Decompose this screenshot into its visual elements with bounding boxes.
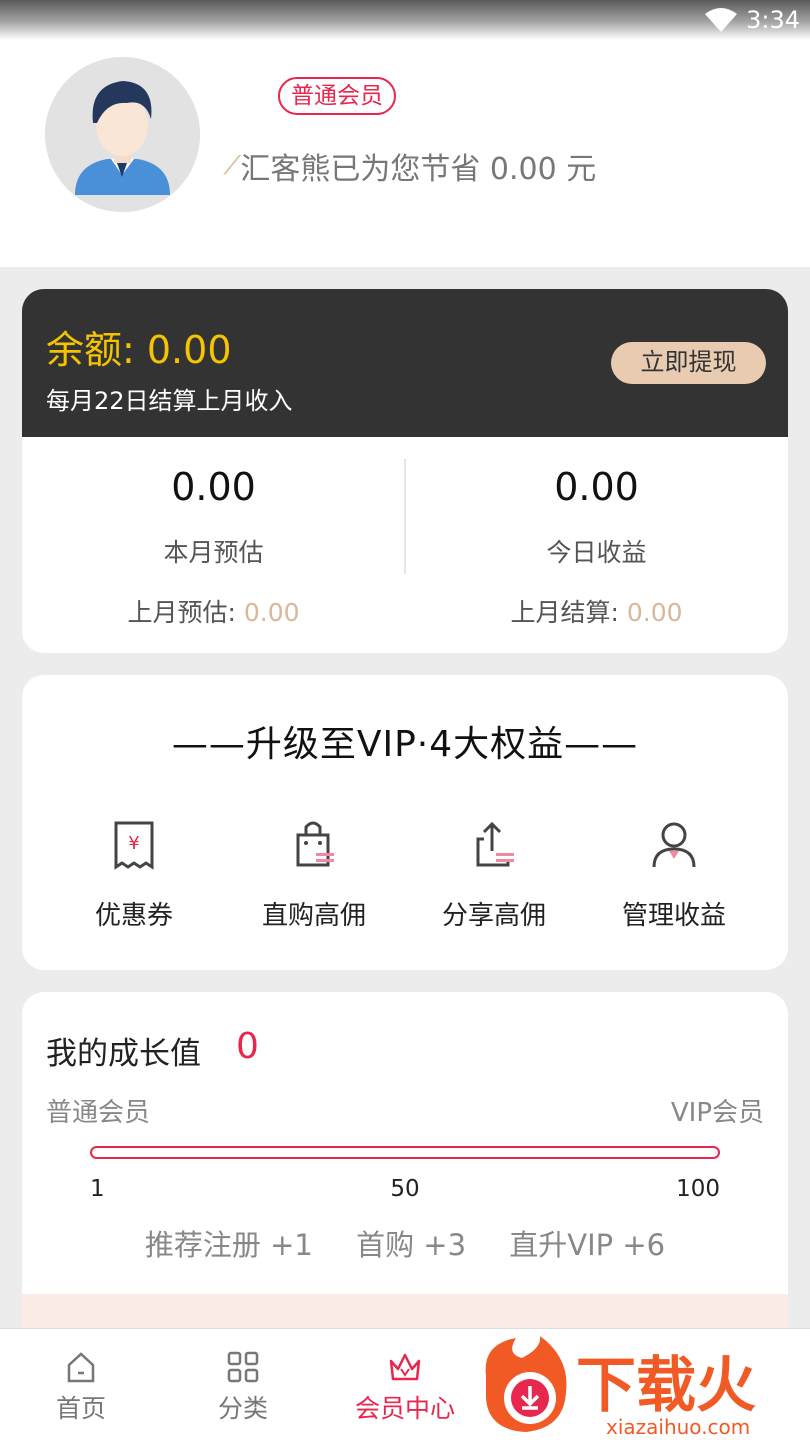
vip-benefits-card: ——升级至VIP·4大权益—— ¥ 优惠券 直购高佣 分享高佣 管理收益	[22, 675, 788, 970]
svg-text:¥: ¥	[128, 833, 139, 854]
level-start-label: 普通会员	[46, 1098, 151, 1128]
benefit-label: 分享高佣	[441, 901, 546, 931]
status-time: 3:34	[746, 6, 800, 34]
rule-item: 直升VIP +6	[509, 1228, 666, 1262]
benefit-label: 管理收益	[621, 901, 726, 931]
withdraw-button[interactable]: 立即提现	[611, 342, 766, 384]
shopping-bag-icon	[296, 821, 334, 867]
savings-row: ⁄ 汇客熊已为您节省 0.00 元	[230, 146, 597, 187]
user-avatar-icon	[45, 57, 200, 212]
benefit-label: 优惠券	[94, 901, 173, 931]
stat-today-income[interactable]: 0.00 今日收益 上月结算: 0.00	[405, 437, 788, 653]
svg-text:xiazaihuo.com: xiazaihuo.com	[606, 1415, 750, 1439]
balance-amount: 余额: 0.00	[46, 328, 232, 372]
growth-progress-bar	[90, 1146, 720, 1159]
stat-value: 0.00	[171, 465, 256, 509]
status-bar: 3:34	[0, 0, 810, 40]
nav-item-category[interactable]: 分类	[162, 1329, 324, 1440]
stat-sub: 上月预估: 0.00	[22, 593, 405, 629]
user-manage-icon	[652, 822, 696, 868]
vip-title: ——升级至VIP·4大权益——	[171, 724, 639, 765]
nav-item-member-center[interactable]: 会员中心	[324, 1329, 486, 1440]
balance-header: 余额: 0.00 每月22日结算上月收入 立即提现	[22, 289, 788, 437]
share-icon	[476, 821, 514, 867]
stat-label: 今日收益	[546, 538, 647, 567]
stat-sub: 上月结算: 0.00	[405, 593, 788, 629]
stat-sub-label: 上月预估:	[127, 598, 244, 627]
level-end-label: VIP会员	[670, 1098, 764, 1128]
benefit-manage-income[interactable]: 管理收益	[584, 815, 764, 932]
benefit-direct-buy[interactable]: 直购高佣	[224, 815, 404, 932]
balance-card: 余额: 0.00 每月22日结算上月收入 立即提现 0.00 本月预估 上月预估…	[22, 289, 788, 653]
svg-text:下载火: 下载火	[576, 1351, 756, 1421]
wifi-icon	[705, 8, 737, 32]
home-icon	[67, 1352, 95, 1383]
profile-header: 普通会员 ⁄ 汇客熊已为您节省 0.00 元	[0, 40, 810, 267]
crown-icon	[389, 1353, 421, 1381]
benefit-share[interactable]: 分享高佣	[404, 815, 584, 932]
progress-tick: 1	[90, 1176, 105, 1202]
growth-rules: 推荐注册 +1 首购 +3 直升VIP +6	[22, 1222, 788, 1264]
xiazaihuo-logo-icon: 下载火 xiazaihuo.com	[485, 1336, 756, 1439]
rule-item: 推荐注册 +1	[144, 1228, 313, 1262]
stat-value: 0.00	[554, 465, 639, 509]
rule-item: 首购 +3	[356, 1228, 467, 1262]
growth-title: 我的成长值	[46, 1036, 201, 1072]
nav-item-home[interactable]: 首页	[0, 1329, 162, 1440]
stat-sub-value: 0.00	[626, 598, 683, 627]
settlement-note: 每月22日结算上月收入	[46, 387, 293, 415]
watermark-logo: 下载火 xiazaihuo.com	[478, 1336, 810, 1440]
benefit-coupon[interactable]: ¥ 优惠券	[44, 815, 224, 932]
stat-sub-value: 0.00	[243, 598, 300, 627]
coupon-icon: ¥	[114, 821, 154, 870]
growth-card: 我的成长值 0 普通会员 VIP会员 1 50 100 推荐注册 +1 首购 +…	[22, 992, 788, 1332]
avatar[interactable]	[45, 57, 200, 212]
benefit-label: 直购高佣	[261, 901, 366, 931]
nav-label: 首页	[55, 1394, 106, 1423]
stat-label: 本月预估	[163, 538, 264, 567]
upgrade-banner[interactable]	[22, 1294, 788, 1332]
savings-text: 汇客熊已为您节省 0.00 元	[240, 152, 597, 187]
nav-label: 会员中心	[354, 1394, 455, 1423]
progress-tick: 100	[676, 1176, 720, 1202]
leaf-icon: ⁄	[230, 151, 235, 181]
stat-month-estimate[interactable]: 0.00 本月预估 上月预估: 0.00	[22, 437, 405, 653]
stat-sub-label: 上月结算:	[510, 598, 627, 627]
nav-label: 分类	[217, 1394, 268, 1423]
progress-tick: 50	[390, 1176, 420, 1202]
growth-value: 0	[236, 1026, 259, 1067]
grid-icon	[227, 1351, 259, 1383]
member-level-badge: 普通会员	[278, 77, 396, 115]
